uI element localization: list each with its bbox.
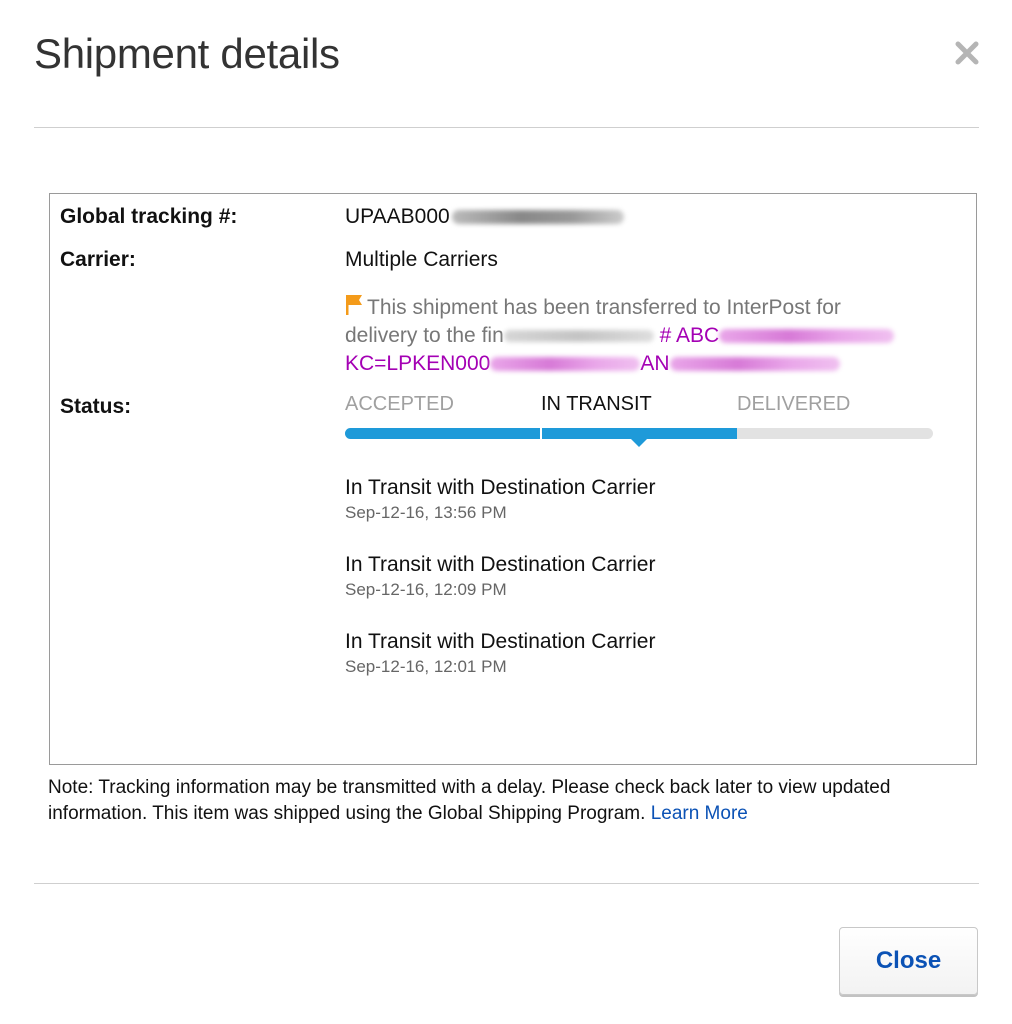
notice-link-an[interactable]: AN [640,352,669,375]
event-title: In Transit with Destination Carrier [345,553,656,576]
tracking-number: UPAAB000 [345,205,450,228]
event-time: Sep-12-16, 12:09 PM [345,580,507,599]
progress-divider [540,428,542,439]
notice-link-kc[interactable]: KC=LPKEN000 [345,352,490,375]
dialog-title: Shipment details [34,30,340,77]
carrier-value: Multiple Carriers [345,248,498,271]
status-label: Status: [60,395,132,418]
close-button[interactable]: Close [839,927,978,995]
close-icon[interactable] [952,38,982,68]
tracking-label: Global tracking #: [60,205,238,228]
stage-delivered: DELIVERED [737,393,851,415]
redacted-tracking [451,210,624,225]
notice-line2: delivery to the fin [345,324,504,347]
event-item: In Transit with Destination Carrier Sep-… [345,553,655,600]
redacted-text [503,330,654,343]
learn-more-link[interactable]: Learn More [651,803,748,824]
event-item: In Transit with Destination Carrier Sep-… [345,630,655,677]
header-divider [34,127,979,128]
flag-icon [346,295,362,315]
notice-line1: This shipment has been transferred to In… [367,296,841,319]
tracking-note: Note: Tracking information may be transm… [48,775,948,827]
status-progress-bar [345,428,933,447]
event-time: Sep-12-16, 13:56 PM [345,503,507,522]
redacted-link-part [669,357,840,372]
event-item: In Transit with Destination Carrier Sep-… [345,476,655,523]
carrier-label: Carrier: [60,248,136,271]
current-stage-marker [631,439,647,447]
redacted-link-part [490,357,641,372]
stage-accepted: ACCEPTED [345,393,454,415]
tracking-panel: Global tracking #: UPAAB000 Carrier: Mul… [49,193,977,765]
footer-divider [34,883,979,884]
notice-link-reference[interactable]: # ABC [660,324,720,347]
redacted-link-part [719,329,895,344]
stage-in-transit: IN TRANSIT [541,393,652,415]
note-text: Note: Tracking information may be transm… [48,777,891,824]
event-time: Sep-12-16, 12:01 PM [345,657,507,676]
transfer-notice: This shipment has been transferred to In… [345,294,945,378]
event-title: In Transit with Destination Carrier [345,630,656,653]
tracking-value: UPAAB000 [345,205,624,229]
event-title: In Transit with Destination Carrier [345,476,656,499]
